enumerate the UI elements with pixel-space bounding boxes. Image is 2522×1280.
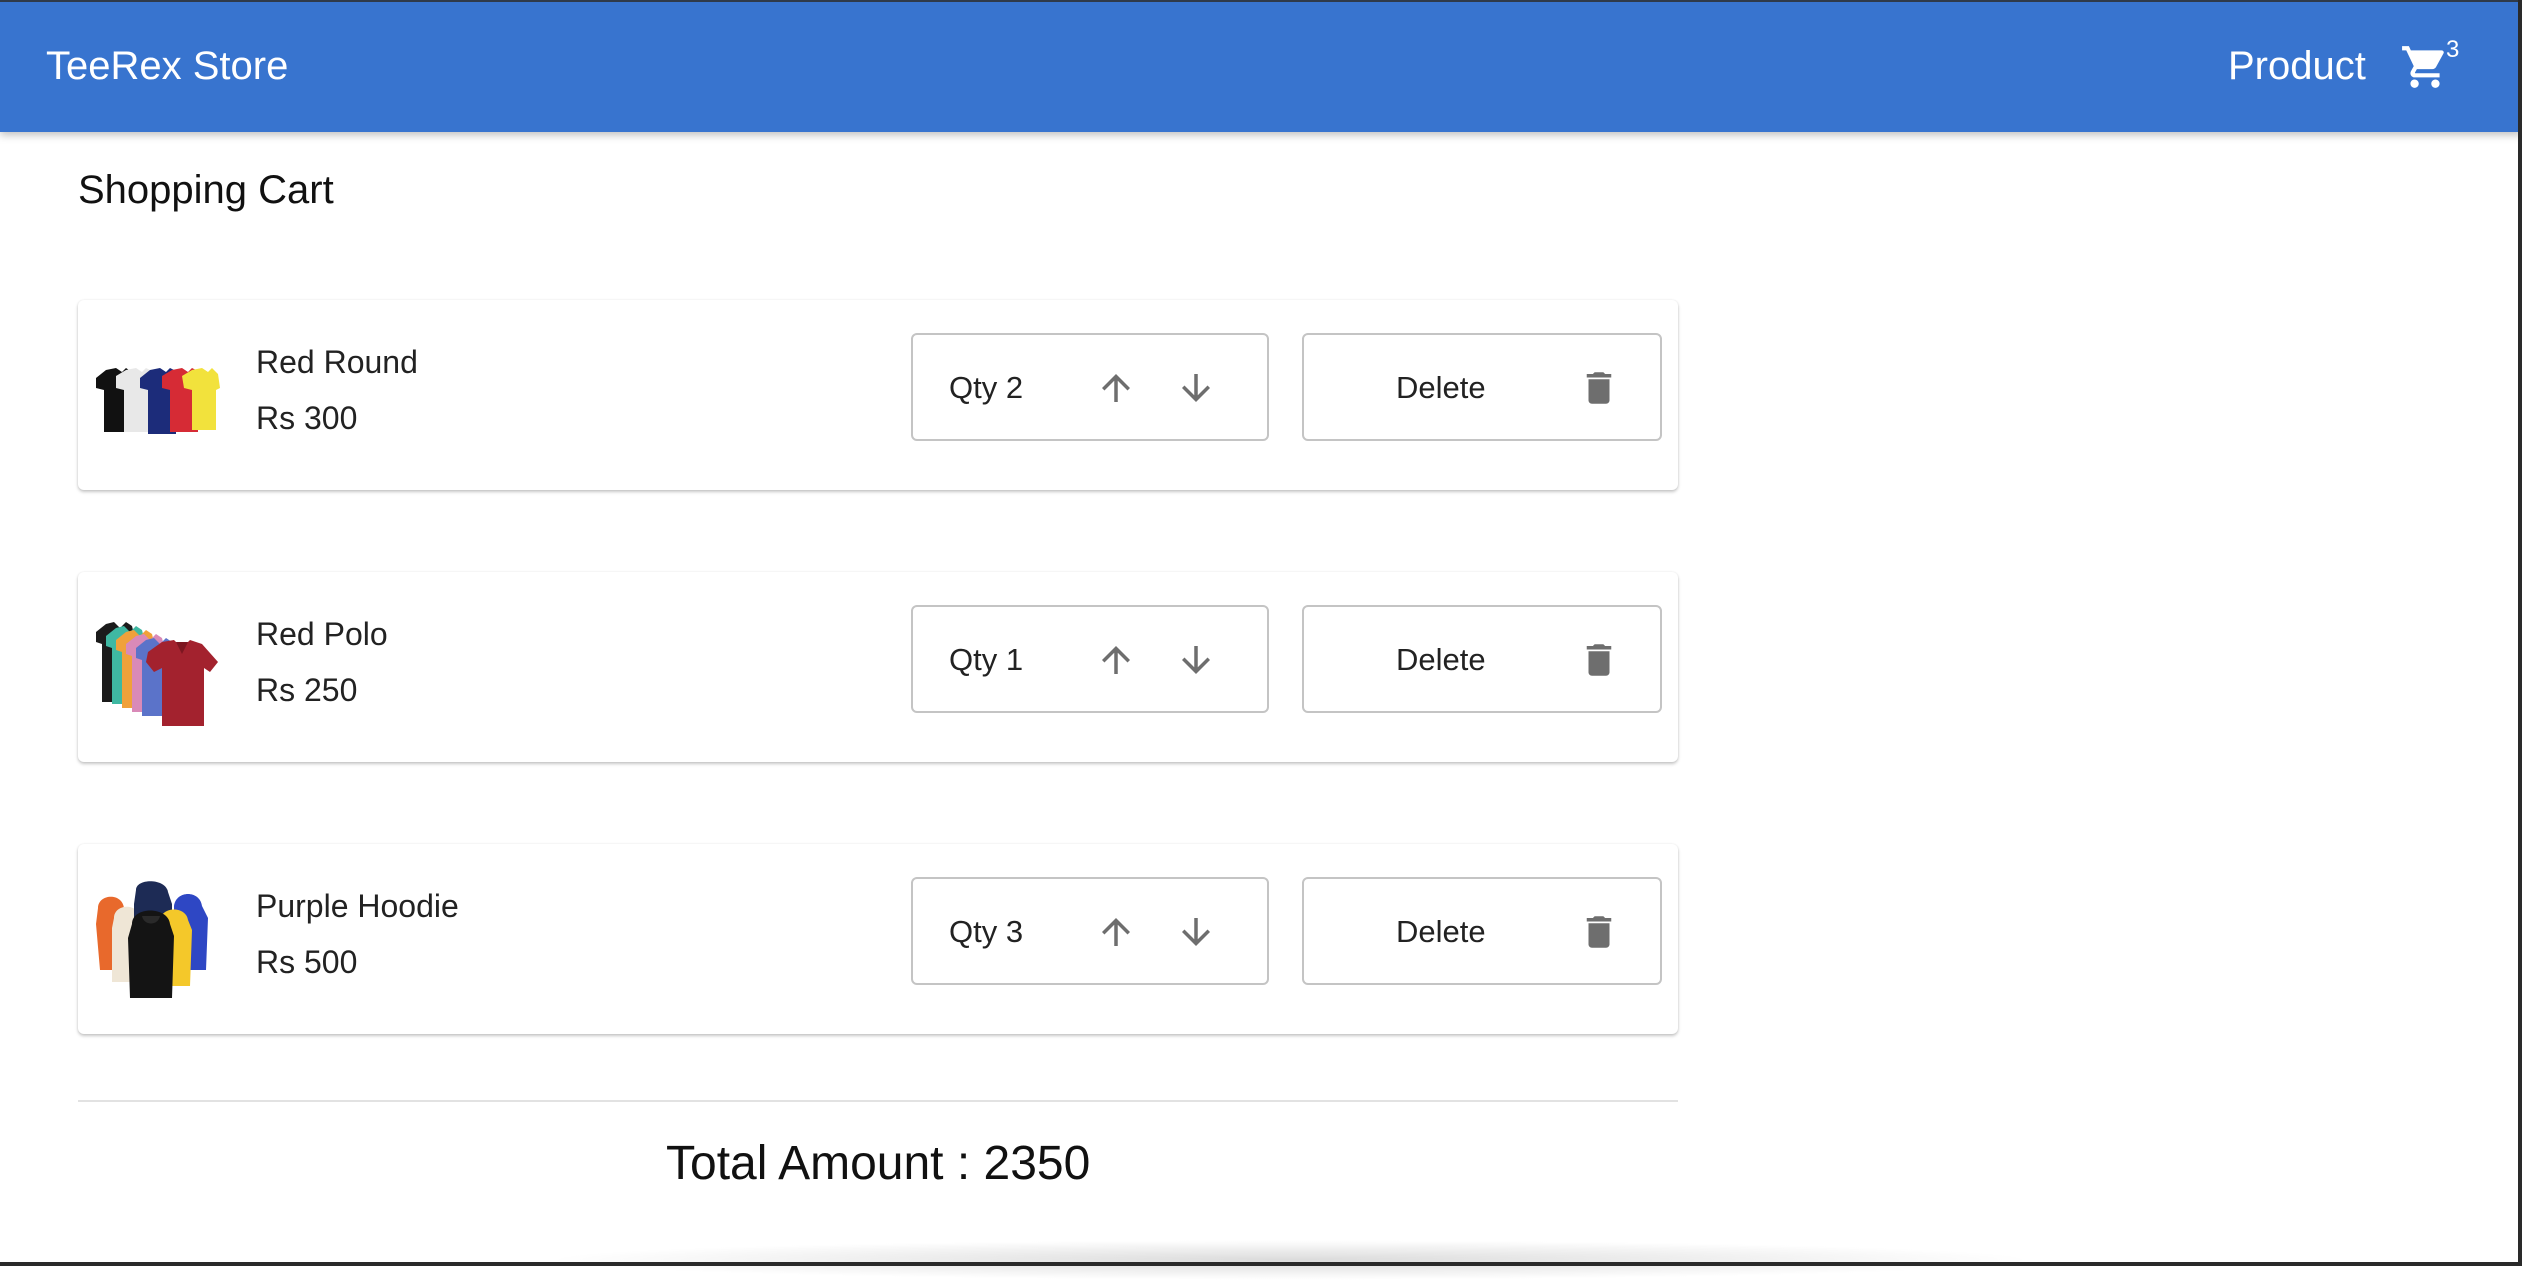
total-amount: Total Amount : 2350 — [666, 1137, 1091, 1190]
cart-button[interactable] — [2400, 42, 2450, 92]
delete-label: Delete — [1396, 642, 1486, 677]
quantity-control: Qty 1 — [911, 605, 1269, 713]
delete-button[interactable]: Delete — [1302, 605, 1662, 713]
increase-quantity-button[interactable] — [1095, 367, 1137, 409]
quantity-control: Qty 3 — [911, 877, 1269, 985]
app-bar: TeeRex Store Product 3 — [0, 0, 2522, 132]
arrow-down-icon — [1182, 646, 1210, 674]
cart-item: Red Round Rs 300 Qty 2 Delete — [78, 300, 1678, 490]
item-price: Rs 250 — [256, 672, 358, 708]
quantity-control: Qty 2 — [911, 333, 1269, 441]
increase-quantity-button[interactable] — [1095, 639, 1137, 681]
quantity-label: Qty 2 — [949, 370, 1024, 405]
brand-title[interactable]: TeeRex Store — [46, 42, 288, 90]
floating-shadow — [540, 1240, 2040, 1280]
arrow-up-icon — [1102, 374, 1130, 402]
item-price: Rs 500 — [256, 944, 358, 980]
item-name: Purple Hoodie — [256, 888, 459, 924]
shopping-cart-icon — [2402, 46, 2444, 88]
total-divider — [78, 1100, 1678, 1102]
product-thumbnail-image — [96, 622, 218, 726]
arrow-down-icon — [1182, 374, 1210, 402]
page-title: Shopping Cart — [78, 168, 334, 212]
decrease-quantity-button[interactable] — [1175, 911, 1217, 953]
product-thumbnail-image — [96, 368, 220, 434]
window-frame-bottom — [0, 1262, 2522, 1266]
delete-button[interactable]: Delete — [1302, 877, 1662, 985]
cart-count-badge: 3 — [2446, 36, 2460, 63]
delete-label: Delete — [1396, 370, 1486, 405]
cart-item: Red Polo Rs 250 Qty 1 Delete — [78, 572, 1678, 762]
trash-icon — [1586, 372, 1612, 404]
quantity-label: Qty 3 — [949, 914, 1024, 949]
delete-button[interactable]: Delete — [1302, 333, 1662, 441]
item-name: Red Round — [256, 344, 418, 380]
trash-icon — [1586, 644, 1612, 676]
arrow-up-icon — [1102, 918, 1130, 946]
increase-quantity-button[interactable] — [1095, 911, 1137, 953]
decrease-quantity-button[interactable] — [1175, 367, 1217, 409]
cart-item: Purple Hoodie Rs 500 Qty 3 Delete — [78, 844, 1678, 1034]
arrow-up-icon — [1102, 646, 1130, 674]
product-thumbnail-image — [96, 881, 208, 998]
window-frame-right — [2518, 0, 2522, 1266]
item-name: Red Polo — [256, 616, 388, 652]
delete-label: Delete — [1396, 914, 1486, 949]
trash-icon — [1586, 916, 1612, 948]
quantity-label: Qty 1 — [949, 642, 1024, 677]
nav-product-link[interactable]: Product — [2228, 42, 2366, 90]
item-price: Rs 300 — [256, 400, 358, 436]
arrow-down-icon — [1182, 918, 1210, 946]
decrease-quantity-button[interactable] — [1175, 639, 1217, 681]
